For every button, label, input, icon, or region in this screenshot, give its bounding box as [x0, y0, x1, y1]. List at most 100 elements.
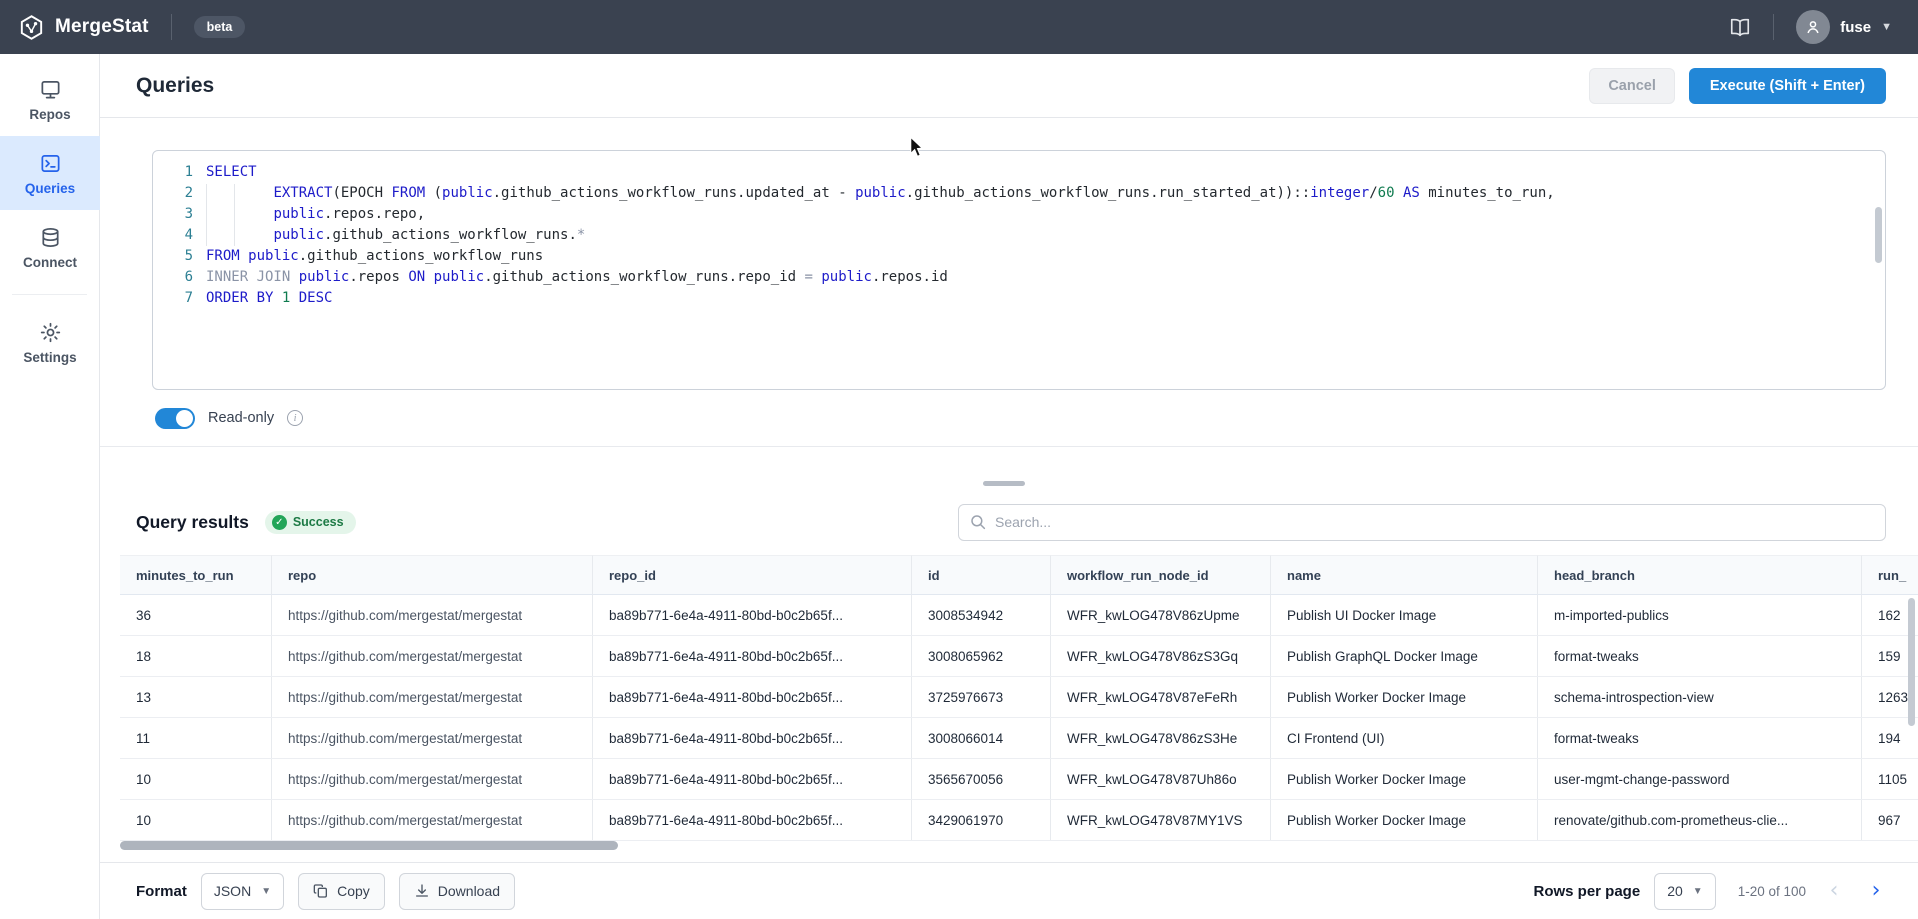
- line-number: 3: [153, 204, 193, 225]
- username: fuse: [1840, 19, 1871, 36]
- table-cell: format-tweaks: [1538, 636, 1862, 676]
- table-cell: 36: [120, 595, 272, 635]
- code-line[interactable]: 5FROM public.github_actions_workflow_run…: [153, 246, 1885, 267]
- table-cell: CI Frontend (UI): [1271, 718, 1538, 758]
- table-horizontal-scrollbar[interactable]: [120, 841, 618, 850]
- table-body: 36https://github.com/mergestat/mergestat…: [120, 595, 1918, 841]
- page-title: Queries: [136, 74, 214, 98]
- chevron-down-icon: ▼: [1693, 886, 1703, 897]
- table-cell: 3725976673: [912, 677, 1051, 717]
- prev-page-button[interactable]: ‹: [1820, 877, 1848, 905]
- sql-editor[interactable]: 1SELECT2 EXTRACT(EPOCH FROM (public.gith…: [152, 150, 1886, 390]
- code-line[interactable]: 6INNER JOIN public.repos ON public.githu…: [153, 267, 1885, 288]
- code-line[interactable]: 2 EXTRACT(EPOCH FROM (public.github_acti…: [153, 183, 1885, 204]
- code-line[interactable]: 4 public.github_actions_workflow_runs.*: [153, 225, 1885, 246]
- search-icon: [969, 513, 987, 536]
- sidebar-item-queries[interactable]: Queries: [0, 136, 100, 210]
- table-cell: 13: [120, 677, 272, 717]
- rows-per-page-select[interactable]: 20 ▼: [1654, 873, 1715, 910]
- column-header-run_: run_: [1862, 555, 1918, 595]
- table-cell: 3008065962: [912, 636, 1051, 676]
- download-button[interactable]: Download: [399, 873, 515, 910]
- table-row: 10https://github.com/mergestat/mergestat…: [120, 800, 1918, 841]
- table-cell: user-mgmt-change-password: [1538, 759, 1862, 799]
- user-menu[interactable]: fuse ▼: [1796, 10, 1892, 44]
- line-number: 2: [153, 183, 193, 204]
- table-cell: 3008534942: [912, 595, 1051, 635]
- results-table: minutes_to_runreporepo_ididworkflow_run_…: [120, 555, 1918, 842]
- sidebar-item-connect[interactable]: Connect: [0, 210, 100, 284]
- check-circle-icon: ✓: [272, 515, 287, 530]
- table-cell: WFR_kwLOG478V86zS3Gq: [1051, 636, 1271, 676]
- rows-per-page-label: Rows per page: [1534, 883, 1641, 900]
- table-cell: https://github.com/mergestat/mergestat: [272, 759, 593, 799]
- beta-badge: beta: [194, 16, 246, 38]
- table-cell: Publish Worker Docker Image: [1271, 759, 1538, 799]
- sidebar-label-repos: Repos: [29, 107, 70, 122]
- table-cell: WFR_kwLOG478V87eFeRh: [1051, 677, 1271, 717]
- table-cell: ba89b771-6e4a-4911-80bd-b0c2b65f...: [593, 595, 912, 635]
- copy-icon: [313, 883, 329, 899]
- table-vertical-scrollbar[interactable]: [1908, 598, 1915, 726]
- status-badge: ✓ Success: [265, 511, 356, 534]
- copy-button[interactable]: Copy: [298, 873, 385, 910]
- line-number: 4: [153, 225, 193, 246]
- table-cell: https://github.com/mergestat/mergestat: [272, 718, 593, 758]
- sidebar-item-repos[interactable]: Repos: [0, 62, 100, 136]
- next-page-button[interactable]: ›: [1862, 877, 1890, 905]
- cancel-button[interactable]: Cancel: [1589, 68, 1675, 104]
- table-cell: 1105: [1862, 759, 1918, 799]
- line-number: 7: [153, 288, 193, 309]
- table-header-row: minutes_to_runreporepo_ididworkflow_run_…: [120, 555, 1918, 595]
- main-content: Queries Cancel Execute (Shift + Enter) 1…: [100, 54, 1918, 919]
- readonly-toggle[interactable]: [155, 408, 195, 429]
- sidebar-item-settings[interactable]: Settings: [0, 305, 100, 379]
- table-cell: WFR_kwLOG478V86zUpme: [1051, 595, 1271, 635]
- sidebar-divider: [12, 294, 87, 295]
- table-cell: https://github.com/mergestat/mergestat: [272, 800, 593, 840]
- readonly-row: Read-only i: [100, 390, 1918, 447]
- column-header-minutes_to_run: minutes_to_run: [120, 555, 272, 595]
- gear-icon: [39, 321, 62, 344]
- table-cell: schema-introspection-view: [1538, 677, 1862, 717]
- line-number: 6: [153, 267, 193, 288]
- table-cell: ba89b771-6e4a-4911-80bd-b0c2b65f...: [593, 718, 912, 758]
- status-text: Success: [293, 515, 344, 529]
- code-line[interactable]: 1SELECT: [153, 162, 1885, 183]
- code-line[interactable]: 3 public.repos.repo,: [153, 204, 1885, 225]
- table-row: 13https://github.com/mergestat/mergestat…: [120, 677, 1918, 718]
- table-cell: https://github.com/mergestat/mergestat: [272, 595, 593, 635]
- sidebar-label-settings: Settings: [23, 350, 76, 365]
- search-input[interactable]: [958, 504, 1886, 541]
- column-header-name: name: [1271, 555, 1538, 595]
- panel-resize-handle[interactable]: [983, 481, 1025, 486]
- table-cell: https://github.com/mergestat/mergestat: [272, 677, 593, 717]
- sidebar: Repos Queries Connect Settings: [0, 54, 100, 919]
- code-line[interactable]: 7ORDER BY 1 DESC: [153, 288, 1885, 309]
- download-label: Download: [438, 883, 500, 899]
- code-area[interactable]: 1SELECT2 EXTRACT(EPOCH FROM (public.gith…: [153, 151, 1885, 389]
- readonly-label: Read-only: [208, 410, 274, 426]
- download-icon: [414, 883, 430, 899]
- table-cell: 3008066014: [912, 718, 1051, 758]
- table-cell: 3565670056: [912, 759, 1051, 799]
- format-label: Format: [136, 883, 187, 900]
- table-cell: ba89b771-6e4a-4911-80bd-b0c2b65f...: [593, 800, 912, 840]
- table-cell: 10: [120, 800, 272, 840]
- line-number: 5: [153, 246, 193, 267]
- table-cell: format-tweaks: [1538, 718, 1862, 758]
- page-header: Queries Cancel Execute (Shift + Enter): [100, 54, 1918, 118]
- repos-icon: [39, 78, 62, 101]
- navbar-divider: [171, 14, 172, 40]
- execute-button[interactable]: Execute (Shift + Enter): [1689, 68, 1886, 104]
- brand: MergeStat: [18, 14, 149, 41]
- table-cell: WFR_kwLOG478V87Uh86o: [1051, 759, 1271, 799]
- table-row: 10https://github.com/mergestat/mergestat…: [120, 759, 1918, 800]
- column-header-head_branch: head_branch: [1538, 555, 1862, 595]
- table-cell: 18: [120, 636, 272, 676]
- editor-vertical-scrollbar[interactable]: [1875, 207, 1882, 263]
- format-select[interactable]: JSON ▼: [201, 873, 284, 910]
- table-row: 36https://github.com/mergestat/mergestat…: [120, 595, 1918, 636]
- navbar-divider-2: [1773, 14, 1774, 40]
- docs-book-icon[interactable]: [1729, 16, 1751, 38]
